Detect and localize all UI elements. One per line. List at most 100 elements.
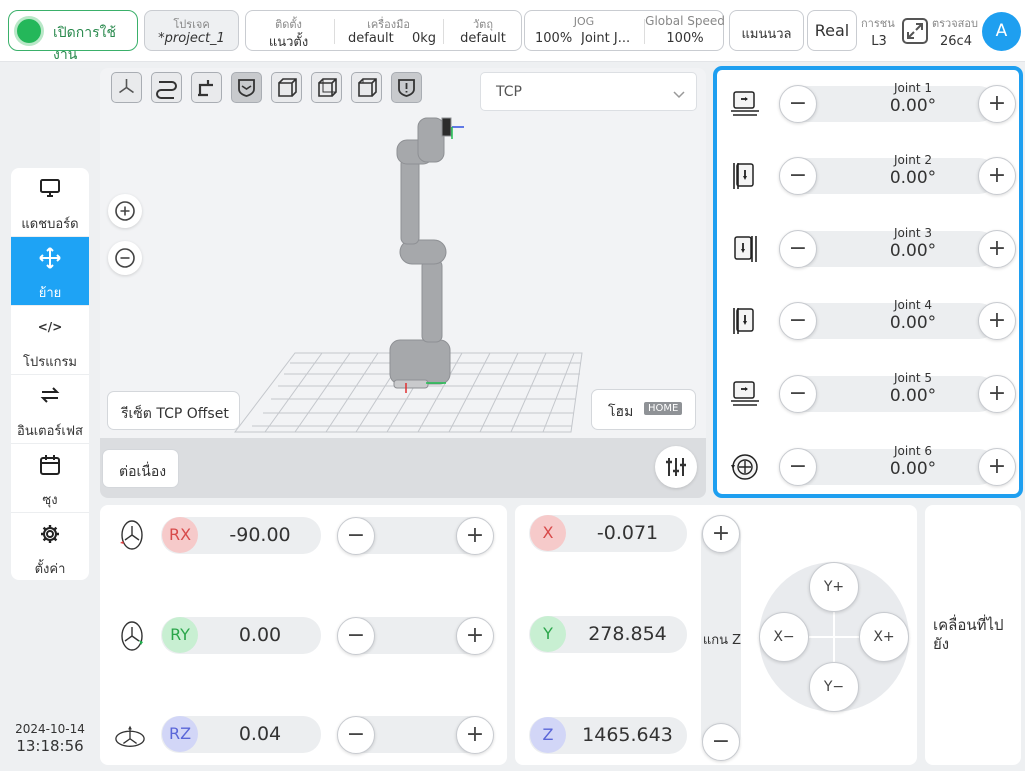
z-decrement-button[interactable]: − [702,723,740,761]
tuning-button[interactable] [655,446,697,488]
time-display: 13:18:56 [16,737,84,755]
power-toggle-button[interactable]: เปิดการใช้งาน [8,10,138,63]
home-button[interactable]: โฮม HOME [591,389,696,430]
avatar[interactable]: A [982,12,1021,51]
rz-decrement-button[interactable]: − [337,716,375,754]
home-badge: HOME [644,402,683,415]
plus-icon: + [987,308,1007,333]
sidebar-item-dashboard[interactable]: แดชบอร์ด [11,168,89,237]
x-minus-label: X− [773,629,795,645]
real-mode-button[interactable]: Real [807,10,857,51]
joint-5-increment-button[interactable]: + [978,375,1016,413]
date-display: 2024-10-14 [15,722,85,736]
joint-1-decrement-button[interactable]: − [779,85,817,123]
swap-icon [11,385,89,410]
monitor-icon [11,178,89,203]
sidebar-item-interface[interactable]: อินเตอร์เฟส [11,375,89,444]
jog-field[interactable]: JOG 100% Joint J... [525,11,643,50]
joint-1-increment-button[interactable]: + [978,85,1016,123]
install-field[interactable]: ติดตั้ง แนวตั้ง [246,11,331,50]
y-minus-button[interactable]: Y− [809,662,859,712]
jog-label: JOG [573,15,595,28]
robot-3d-viewport[interactable]: TCP รีเซ็ต TCP Offset โฮม HOME ต่อเนื่อง [100,68,706,498]
minus-icon: − [788,91,808,116]
z-badge: Z [530,717,566,753]
rx-badge: RX [162,517,198,553]
home-label: โฮม [608,404,634,420]
joint-name: Joint 2 [894,153,932,167]
x-plus-label: X+ [873,629,895,645]
global-speed-field[interactable]: Global Speed 100% [645,11,725,50]
collision-level[interactable]: การชน L3 [861,14,897,50]
plus-icon: + [465,523,485,548]
project-selector[interactable]: โปรเจค *project_1 [144,10,239,51]
calendar-icon [11,454,89,481]
minus-icon: − [788,381,808,406]
divider [443,19,444,44]
joint-2-decrement-button[interactable]: − [779,157,817,195]
rx-increment-button[interactable]: + [456,517,494,555]
continuous-mode-button[interactable]: ต่อเนื่อง [102,449,179,488]
sidebar-item-schedule[interactable]: ซุง [11,444,89,513]
joint-elbow-icon [734,236,757,262]
inspect-info[interactable]: ตรวจสอบ 26c4 [932,14,980,50]
y-value: 278.854 [588,623,667,645]
plus-icon: + [711,521,731,546]
sidebar-item-settings[interactable]: ตั้งค่า [11,513,89,580]
sidebar-item-program[interactable]: </> โปรแกรม [11,306,89,375]
plus-icon: + [987,163,1007,188]
manual-mode-button[interactable]: แมนนวล [729,10,804,51]
plus-icon: + [465,722,485,747]
object-field[interactable]: วัตถุ default [445,11,521,50]
rx-decrement-button[interactable]: − [337,517,375,555]
joint-3-increment-button[interactable]: + [978,230,1016,268]
rotate-x-icon [120,520,143,550]
expand-icon[interactable] [901,17,929,45]
z-value: 1465.643 [582,724,673,746]
gear-icon [11,523,89,550]
joint-value: 0.00° [889,241,937,261]
joint-wrist1-icon [733,308,754,334]
joint-6-decrement-button[interactable]: − [779,448,817,486]
joint-flange-icon [731,454,758,480]
global-speed-label: Global Speed [645,14,725,28]
plus-icon: + [987,454,1007,479]
x-badge: X [530,515,566,551]
rotation-panel: RX -90.00 − + RY 0.00 − + RZ 0.04 − + [100,505,507,765]
install-value: แนวตั้ง [268,35,309,50]
joint-2-increment-button[interactable]: + [978,157,1016,195]
joint-4-increment-button[interactable]: + [978,302,1016,340]
rx-value: -90.00 [229,524,291,546]
installation-group[interactable]: ติดตั้ง แนวตั้ง เครื่องมือ default 0kg ว… [245,10,522,51]
joint-name: Joint 5 [894,371,932,385]
x-minus-button[interactable]: X− [759,612,809,662]
ry-increment-button[interactable]: + [456,617,494,655]
z-increment-button[interactable]: + [702,515,740,553]
y-plus-button[interactable]: Y+ [809,562,859,612]
joint-6-increment-button[interactable]: + [978,448,1016,486]
speed-group[interactable]: JOG 100% Joint J... Global Speed 100% [524,10,725,51]
move-to-button[interactable]: เคลื่อนที่ไปยัง [925,505,1021,765]
reset-tcp-offset-button[interactable]: รีเซ็ต TCP Offset [107,391,240,430]
sidebar-nav: แดชบอร์ด ย้าย </> โปรแกรม อินเตอร์เฟส ซุ… [11,168,89,580]
rx-axis-label: RX [168,525,192,544]
ry-axis-label: RY [170,625,190,644]
sidebar-item-label: แดชบอร์ด [21,217,79,232]
x-value: -0.071 [596,522,659,544]
joint-value: 0.00° [889,386,937,406]
ry-decrement-button[interactable]: − [337,617,375,655]
sidebar-item-move[interactable]: ย้าย [11,237,89,306]
rz-increment-button[interactable]: + [456,716,494,754]
minus-icon: − [346,523,366,548]
inspect-value: 26c4 [940,34,972,49]
jog-mode: Joint J... [581,31,631,46]
x-plus-button[interactable]: X+ [859,612,909,662]
joint-3-decrement-button[interactable]: − [779,230,817,268]
joint-row-1: Joint 1 0.00° − + [725,81,1016,125]
joint-4-decrement-button[interactable]: − [779,302,817,340]
z-axis-label: แกน Z [702,633,742,648]
joint-5-decrement-button[interactable]: − [779,375,817,413]
tool-field[interactable]: เครื่องมือ default 0kg [336,11,441,50]
sidebar-item-label: ตั้งค่า [34,562,66,577]
continuous-label: ต่อเนื่อง [119,464,167,480]
